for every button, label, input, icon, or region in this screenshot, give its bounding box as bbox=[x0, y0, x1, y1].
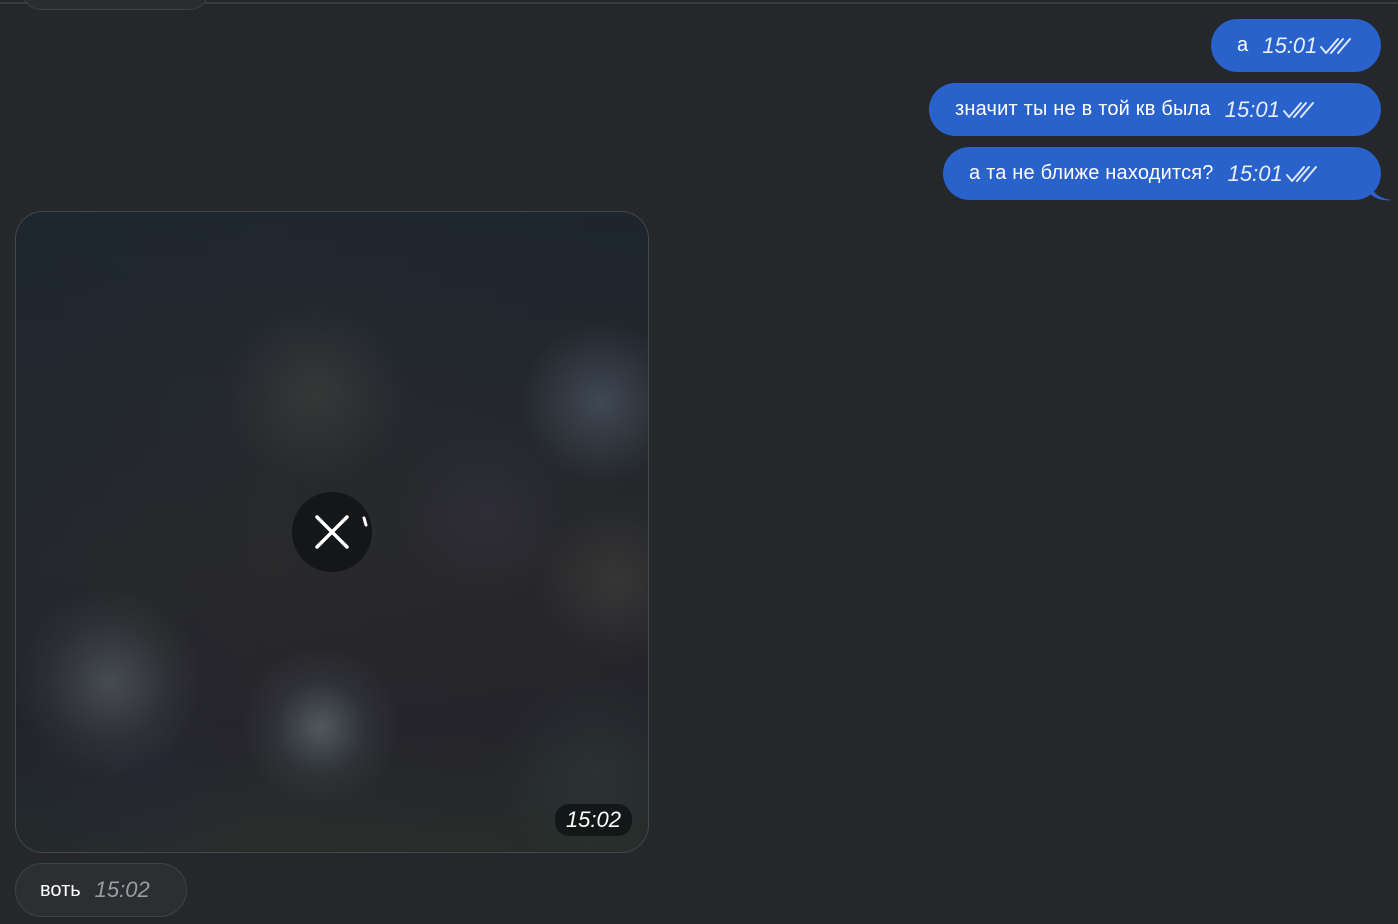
previous-message-bubble[interactable] bbox=[22, 0, 209, 10]
incoming-message[interactable]: воть 15:02 bbox=[15, 863, 187, 917]
outgoing-message[interactable]: а 15:01 bbox=[1211, 19, 1381, 72]
outgoing-message[interactable]: значит ты не в той кв была 15:01 bbox=[929, 83, 1381, 136]
message-text: значит ты не в той кв была bbox=[955, 98, 1211, 120]
chat-window: а 15:01 значит ты не в той кв была 15:01… bbox=[0, 0, 1398, 924]
double-check-icon bbox=[1282, 101, 1314, 118]
message-time: 15:02 bbox=[94, 877, 150, 902]
message-text: а та не ближе находится? bbox=[969, 162, 1214, 184]
top-divider bbox=[0, 2, 1398, 4]
message-time: 15:01 bbox=[1227, 160, 1283, 186]
bubble-tail bbox=[1370, 184, 1392, 201]
spinner-icon bbox=[362, 516, 368, 527]
photo-time: 15:02 bbox=[554, 804, 632, 836]
message-text: воть bbox=[40, 878, 81, 901]
message-text: а bbox=[1237, 34, 1249, 56]
message-time: 15:01 bbox=[1224, 96, 1280, 122]
double-check-icon bbox=[1285, 165, 1317, 182]
outgoing-message[interactable]: а та не ближе находится? 15:01 bbox=[943, 147, 1381, 200]
message-time: 15:01 bbox=[1262, 32, 1318, 58]
double-check-icon bbox=[1320, 37, 1352, 54]
photo-message[interactable]: 15:02 bbox=[15, 211, 649, 853]
